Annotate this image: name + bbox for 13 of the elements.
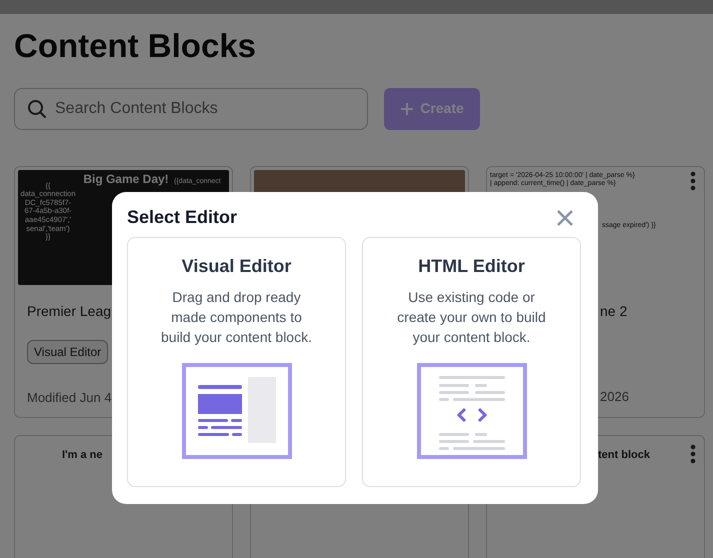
editor-tag: Visual Editor bbox=[27, 340, 108, 364]
option-description: Drag and drop ready made components to build your content block. bbox=[160, 288, 313, 348]
modified-date: 2026 bbox=[600, 388, 629, 406]
preview-heading: Big Game Day! bbox=[82, 170, 170, 188]
page-title: Content Blocks bbox=[14, 26, 258, 66]
option-title: Visual Editor bbox=[182, 256, 292, 278]
dialog-title: Select Editor bbox=[127, 207, 238, 229]
block-title: ne 2 bbox=[600, 302, 628, 321]
block-title: I'm a ne bbox=[62, 448, 103, 463]
option-description: Use existing code or create your own to build your content block. bbox=[396, 288, 547, 348]
option-title: HTML Editor bbox=[418, 256, 525, 278]
block-title: Premier Leag bbox=[27, 302, 112, 321]
block-title: tent block bbox=[598, 448, 650, 463]
